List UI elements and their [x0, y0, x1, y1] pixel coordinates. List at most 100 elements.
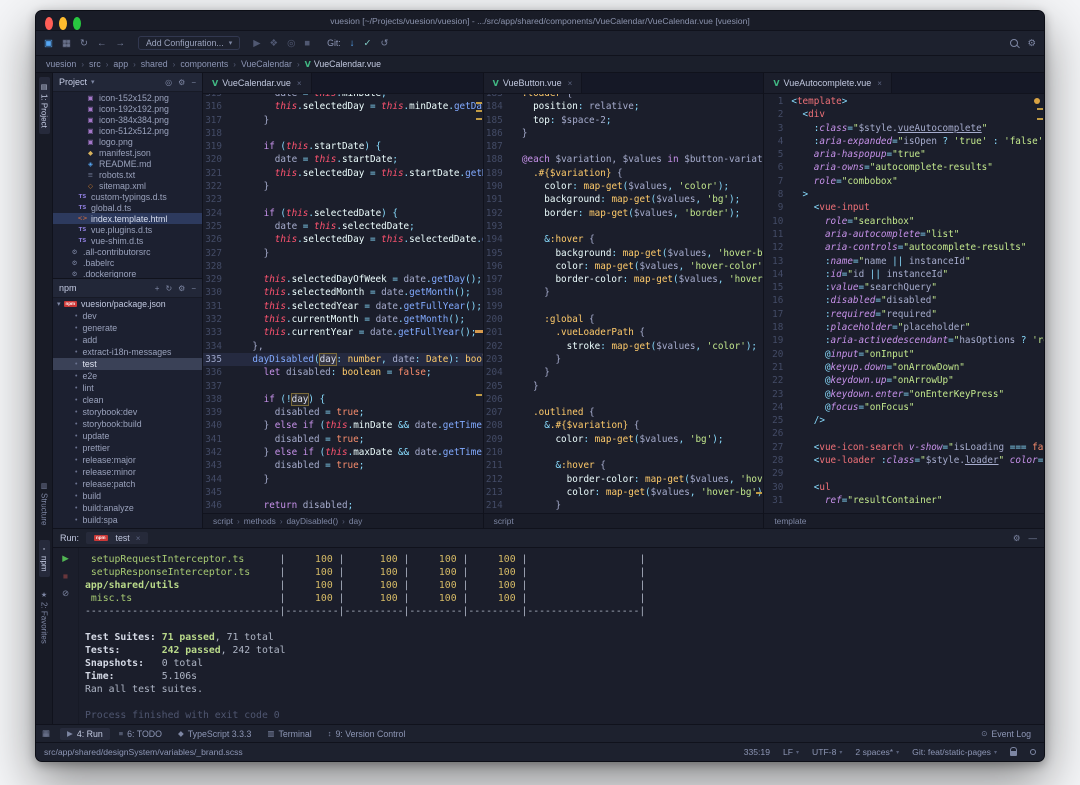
- hide-panel-icon[interactable]: —: [1029, 533, 1038, 544]
- tab-close-icon[interactable]: ×: [568, 79, 573, 88]
- tool-window-button[interactable]: ⊙Event Log: [974, 728, 1038, 740]
- minimize-window-button[interactable]: [59, 17, 67, 30]
- stop-icon[interactable]: ■: [63, 571, 68, 581]
- project-tree-item[interactable]: TSglobal.d.ts: [53, 202, 202, 213]
- npm-script-item[interactable]: •update: [53, 430, 202, 442]
- project-tree-item[interactable]: ⚙.all-contributorsrc: [53, 246, 202, 257]
- debug-icon[interactable]: ❖: [270, 38, 279, 49]
- npm-script-item[interactable]: •test: [53, 358, 202, 370]
- project-tree-item[interactable]: ◈README.md: [53, 158, 202, 169]
- tab-close-icon[interactable]: ×: [877, 79, 882, 88]
- breadcrumb-item[interactable]: template: [774, 516, 806, 526]
- panel-settings-icon[interactable]: ⚙: [178, 78, 185, 87]
- lock-icon[interactable]: [1010, 751, 1017, 756]
- project-tree-item[interactable]: TSvue.plugins.d.ts: [53, 224, 202, 235]
- editor-tab[interactable]: VVueAutocomplete.vue×: [764, 73, 892, 93]
- hide-panel-icon[interactable]: −: [191, 284, 196, 293]
- project-tree-item[interactable]: ⚙.babelrc: [53, 257, 202, 268]
- code-editor[interactable]: 183 .loader {184 position: relative;185 …: [484, 94, 764, 513]
- locate-file-icon[interactable]: ◎: [165, 78, 172, 87]
- refresh-scripts-icon[interactable]: ↻: [165, 284, 172, 293]
- npm-script-item[interactable]: •dev: [53, 310, 202, 322]
- breadcrumb-item[interactable]: vuesion: [46, 59, 76, 69]
- breadcrumb-item[interactable]: methods: [244, 516, 276, 526]
- close-window-button[interactable]: [45, 17, 53, 30]
- tool-window-button[interactable]: ◆TypeScript 3.3.3: [171, 728, 258, 740]
- npm-script-item[interactable]: •build: [53, 490, 202, 502]
- tool-window-button[interactable]: ▶4: Run: [60, 728, 110, 740]
- project-tree-item[interactable]: TScustom-typings.d.ts: [53, 191, 202, 202]
- editor-tab[interactable]: VVueButton.vue×: [484, 73, 583, 93]
- editor-tab[interactable]: VVueCalendar.vue×: [203, 73, 312, 93]
- tool-stripe-button[interactable]: ▫npm: [39, 540, 50, 578]
- breadcrumb-item[interactable]: VVueCalendar.vue: [305, 59, 381, 69]
- project-tree-item[interactable]: ▣logo.png: [53, 136, 202, 147]
- breadcrumb-item[interactable]: script: [213, 516, 233, 526]
- breadcrumb-item[interactable]: components: [180, 59, 228, 69]
- project-tree-item[interactable]: ▣icon-384x384.png: [53, 114, 202, 125]
- settings-icon[interactable]: ⚙: [1027, 38, 1036, 49]
- git-commit-icon[interactable]: ✓: [364, 38, 372, 49]
- npm-script-item[interactable]: •storybook:build: [53, 418, 202, 430]
- code-editor[interactable]: 315 date = this.minDate;316 this.selecte…: [203, 94, 483, 513]
- sync-icon[interactable]: ↻: [80, 38, 88, 49]
- breadcrumb-item[interactable]: day: [349, 516, 363, 526]
- tool-window-button[interactable]: ↕9: Version Control: [321, 728, 413, 740]
- npm-script-item[interactable]: •lint: [53, 382, 202, 394]
- npm-script-item[interactable]: •prettier: [53, 442, 202, 454]
- npm-scripts-list[interactable]: ▾npmvuesion/package.json•dev•generate•ad…: [53, 298, 202, 528]
- breadcrumb-item[interactable]: app: [113, 59, 128, 69]
- project-tree-item[interactable]: <>index.template.html: [53, 213, 202, 224]
- code-editor[interactable]: 1<template>2 <div3 :class="$style.vueAut…: [764, 94, 1044, 513]
- tool-window-button[interactable]: ▥Terminal: [260, 728, 318, 740]
- breadcrumb-item[interactable]: script: [494, 516, 514, 526]
- clear-output-icon[interactable]: ⊘: [62, 588, 69, 599]
- test-output-console[interactable]: setupRequestInterceptor.ts | 100 | 100 |…: [79, 548, 1044, 724]
- forward-icon[interactable]: →: [115, 38, 125, 49]
- project-tree-item[interactable]: ⚙.dockerignore: [53, 268, 202, 278]
- run-configuration-select[interactable]: Add Configuration... ▾: [138, 36, 240, 50]
- breadcrumb-item[interactable]: src: [89, 59, 101, 69]
- npm-package-row[interactable]: ▾npmvuesion/package.json: [53, 298, 202, 310]
- npm-panel-header[interactable]: npm + ↻ ⚙ −: [53, 279, 202, 298]
- project-tree-item[interactable]: ▣icon-152x152.png: [53, 92, 202, 103]
- tool-window-button[interactable]: ≡6: TODO: [112, 728, 169, 740]
- project-tree-item[interactable]: ◇sitemap.xml: [53, 180, 202, 191]
- tool-stripe-button[interactable]: ▤1: Project: [39, 77, 50, 134]
- tool-stripe-button[interactable]: ▥Structure: [39, 476, 50, 531]
- zoom-window-button[interactable]: [73, 17, 81, 30]
- title-bar[interactable]: vuesion [~/Projects/vuesion/vuesion] - .…: [36, 11, 1044, 31]
- git-update-icon[interactable]: ↓: [350, 38, 355, 49]
- stop-icon[interactable]: ■: [304, 38, 310, 49]
- npm-script-item[interactable]: •clean: [53, 394, 202, 406]
- project-folder-icon[interactable]: ▣: [44, 38, 53, 49]
- status-indent-style[interactable]: 2 spaces*▾: [855, 747, 899, 757]
- hide-panel-icon[interactable]: −: [191, 78, 196, 87]
- project-tree[interactable]: ▣icon-152x152.png▣icon-192x192.png▣icon-…: [53, 89, 202, 278]
- npm-script-item[interactable]: •extract-i18n-messages: [53, 346, 202, 358]
- npm-script-item[interactable]: •add: [53, 334, 202, 346]
- run-tab[interactable]: npm test ×: [86, 532, 148, 544]
- project-tree-item[interactable]: ≡robots.txt: [53, 169, 202, 180]
- rerun-icon[interactable]: ▶: [62, 553, 69, 564]
- tab-close-icon[interactable]: ×: [136, 534, 141, 543]
- status-file-path[interactable]: src/app/shared/designSystem/variables/_b…: [44, 747, 243, 757]
- search-everywhere-icon[interactable]: [1010, 39, 1018, 47]
- status-file-encoding[interactable]: UTF-8▾: [812, 747, 842, 757]
- project-tree-item[interactable]: ◆manifest.json: [53, 147, 202, 158]
- git-rollback-icon[interactable]: ↺: [381, 38, 389, 49]
- status-git-branch[interactable]: Git: feat/static-pages▾: [912, 747, 997, 757]
- breadcrumb-item[interactable]: VueCalendar: [241, 59, 292, 69]
- project-tree-item[interactable]: ▣icon-512x512.png: [53, 125, 202, 136]
- npm-script-item[interactable]: •build:analyze: [53, 502, 202, 514]
- project-tree-item[interactable]: ▣icon-192x192.png: [53, 103, 202, 114]
- run-settings-icon[interactable]: ⚙: [1013, 533, 1021, 544]
- save-all-icon[interactable]: ▦: [62, 38, 71, 49]
- npm-script-item[interactable]: •build:spa: [53, 514, 202, 526]
- panel-settings-icon[interactable]: ⚙: [178, 284, 185, 293]
- npm-script-item[interactable]: •e2e: [53, 370, 202, 382]
- tool-window-switcher-icon[interactable]: ▦: [42, 728, 50, 739]
- npm-script-item[interactable]: •storybook:dev: [53, 406, 202, 418]
- run-icon[interactable]: ▶: [253, 38, 260, 49]
- breadcrumb-item[interactable]: dayDisabled(): [286, 516, 338, 526]
